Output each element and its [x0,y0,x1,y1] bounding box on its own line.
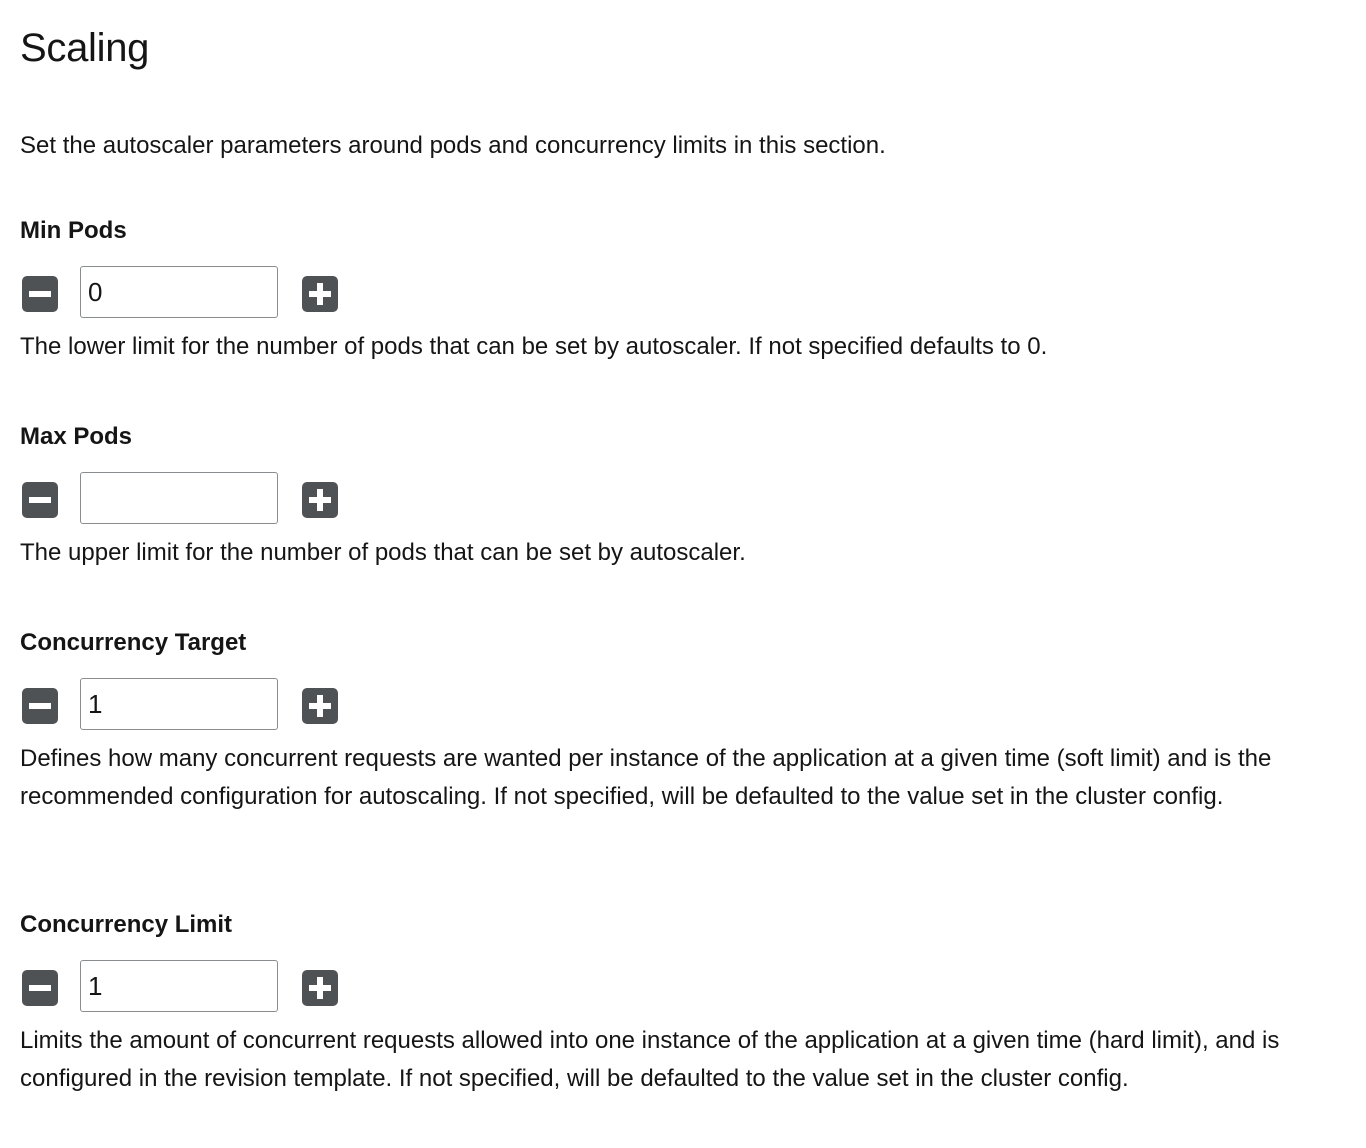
concurrency-target-increment-button[interactable] [302,688,338,724]
minus-square-icon [29,497,51,503]
plus-square-icon [309,977,331,999]
concurrency-limit-increment-button[interactable] [302,970,338,1006]
max-pods-stepper [20,472,360,526]
concurrency-limit-label: Concurrency Limit [20,911,233,938]
min-pods-helper-text: The lower limit for the number of pods t… [20,333,1048,360]
concurrency-target-label: Concurrency Target [20,629,247,656]
plus-square-icon [309,283,331,305]
max-pods-input[interactable] [80,472,278,524]
concurrency-limit-input[interactable] [80,960,278,1012]
min-pods-input[interactable] [80,266,278,318]
concurrency-limit-stepper [20,960,360,1014]
concurrency-limit-decrement-button[interactable] [22,970,58,1006]
min-pods-label: Min Pods [20,217,127,244]
max-pods-field: Max Pods The upper limit for the number … [20,420,1340,566]
concurrency-target-stepper [20,678,360,732]
concurrency-target-decrement-button[interactable] [22,688,58,724]
concurrency-limit-helper-text: Limits the amount of concurrent requests… [20,1027,1280,1092]
concurrency-target-input[interactable] [80,678,278,730]
section-description: Set the autoscaler parameters around pod… [20,132,886,159]
minus-square-icon [29,985,51,991]
max-pods-helper-text: The upper limit for the number of pods t… [20,539,746,566]
min-pods-decrement-button[interactable] [22,276,58,312]
concurrency-target-field: Concurrency Target Defines how many conc… [20,626,1340,810]
plus-square-icon [309,489,331,511]
section-title: Scaling [20,26,150,70]
concurrency-limit-field: Concurrency Limit Limits the amount of c… [20,908,1340,1092]
plus-square-icon [309,695,331,717]
min-pods-stepper [20,266,360,320]
minus-square-icon [29,703,51,709]
concurrency-target-helper-text: Defines how many concurrent requests are… [20,745,1272,810]
max-pods-increment-button[interactable] [302,482,338,518]
min-pods-field: Min Pods The lower limit for the number … [20,214,1340,360]
max-pods-decrement-button[interactable] [22,482,58,518]
max-pods-label: Max Pods [20,423,133,450]
minus-square-icon [29,291,51,297]
min-pods-increment-button[interactable] [302,276,338,312]
